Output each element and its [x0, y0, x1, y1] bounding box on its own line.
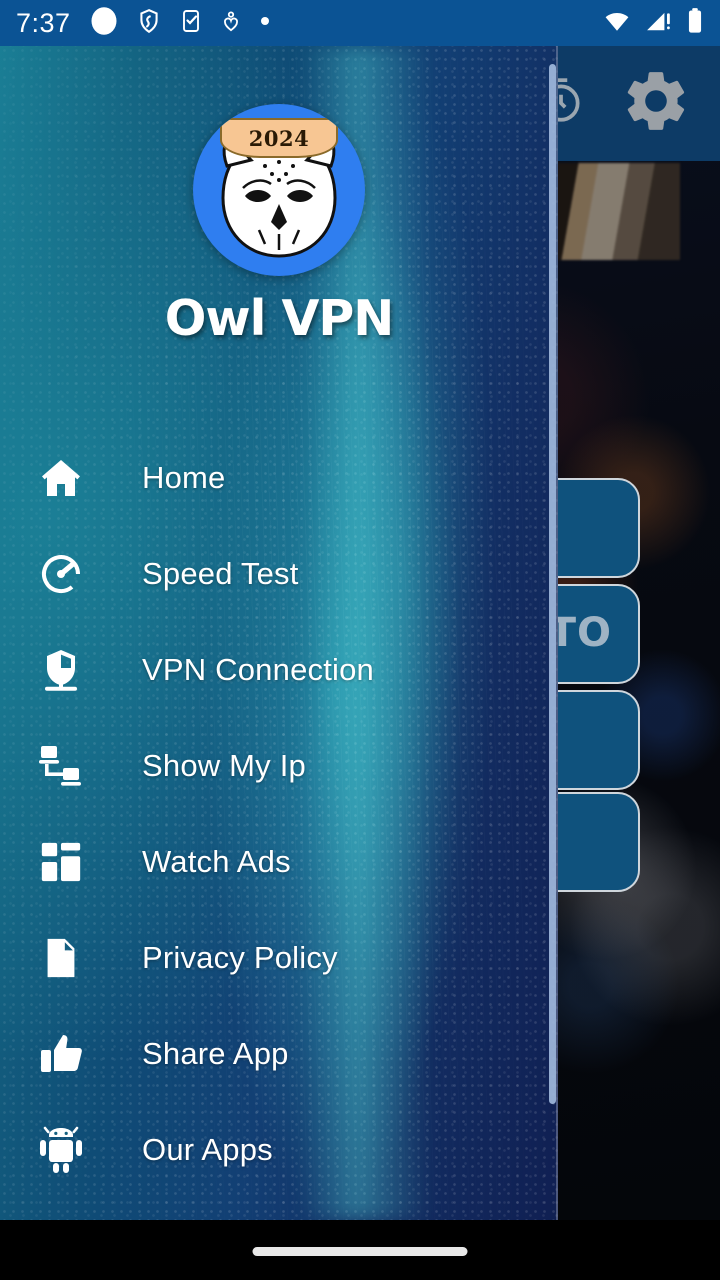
- phone-screen: TO 2024 Owl VPN Home Speed Test VPN Conn…: [0, 0, 720, 1280]
- menu-item-label: Speed Test: [142, 556, 299, 591]
- status-time: 7:37: [16, 7, 71, 38]
- menu-item-label: Watch Ads: [142, 844, 291, 879]
- menu-item-rate-app[interactable]: Rate App: [0, 1198, 558, 1220]
- heart-pin-icon: [220, 7, 242, 40]
- menu-item-label: Privacy Policy: [142, 940, 338, 975]
- drawer-header: 2024 Owl VPN: [0, 46, 558, 347]
- app-title: Owl VPN: [164, 290, 395, 347]
- logo-year-badge: 2024: [220, 118, 338, 158]
- menu-item-home[interactable]: Home: [0, 430, 558, 526]
- menu-item-label: Show My Ip: [142, 748, 306, 783]
- drawer-scrollbar[interactable]: [549, 64, 556, 1104]
- menu-item-label: Home: [142, 460, 226, 495]
- devices-network-icon: [30, 742, 92, 790]
- shield-network-icon: [30, 646, 92, 694]
- system-nav-bar: [0, 1220, 720, 1280]
- dashboard-grid-icon: [30, 839, 92, 885]
- home-icon: [30, 454, 92, 502]
- shield-icon: [136, 7, 162, 40]
- ad-banner-image[interactable]: [556, 163, 680, 260]
- menu-item-privacy-policy[interactable]: Privacy Policy: [0, 910, 558, 1006]
- speedometer-icon: [30, 550, 92, 598]
- menu-item-our-apps[interactable]: Our Apps: [0, 1102, 558, 1198]
- android-robot-icon: [30, 1126, 92, 1174]
- menu-item-label: Our Apps: [142, 1132, 273, 1167]
- background-card-label: TO: [548, 610, 612, 656]
- menu-item-label: VPN Connection: [142, 652, 374, 687]
- circle-icon: [89, 6, 119, 41]
- logo-year-text: 2024: [248, 125, 310, 151]
- navigation-drawer: 2024 Owl VPN Home Speed Test VPN Connect…: [0, 46, 558, 1220]
- drawer-menu-list: Home Speed Test VPN Connection Show My I…: [0, 430, 558, 1220]
- cellular-signal-alert-icon: [644, 8, 674, 39]
- menu-item-share-app[interactable]: Share App: [0, 1006, 558, 1102]
- owl-logo: 2024: [193, 104, 365, 276]
- battery-icon: [686, 7, 704, 40]
- gesture-pill[interactable]: [252, 1247, 468, 1256]
- dot-icon: [259, 14, 271, 32]
- menu-item-watch-ads[interactable]: Watch Ads: [0, 814, 558, 910]
- document-icon: [30, 935, 92, 981]
- menu-item-speed-test[interactable]: Speed Test: [0, 526, 558, 622]
- status-right-icons: [602, 7, 704, 40]
- status-bar: 7:37: [0, 0, 720, 46]
- menu-item-show-my-ip[interactable]: Show My Ip: [0, 718, 558, 814]
- drawer-edge: [556, 46, 558, 1220]
- phone-check-icon: [179, 7, 203, 40]
- gear-icon[interactable]: [620, 65, 692, 142]
- status-left-icons: [89, 6, 602, 41]
- thumbs-up-icon: [30, 1030, 92, 1078]
- menu-item-vpn-connection[interactable]: VPN Connection: [0, 622, 558, 718]
- wifi-icon: [602, 8, 632, 39]
- menu-item-label: Share App: [142, 1036, 289, 1071]
